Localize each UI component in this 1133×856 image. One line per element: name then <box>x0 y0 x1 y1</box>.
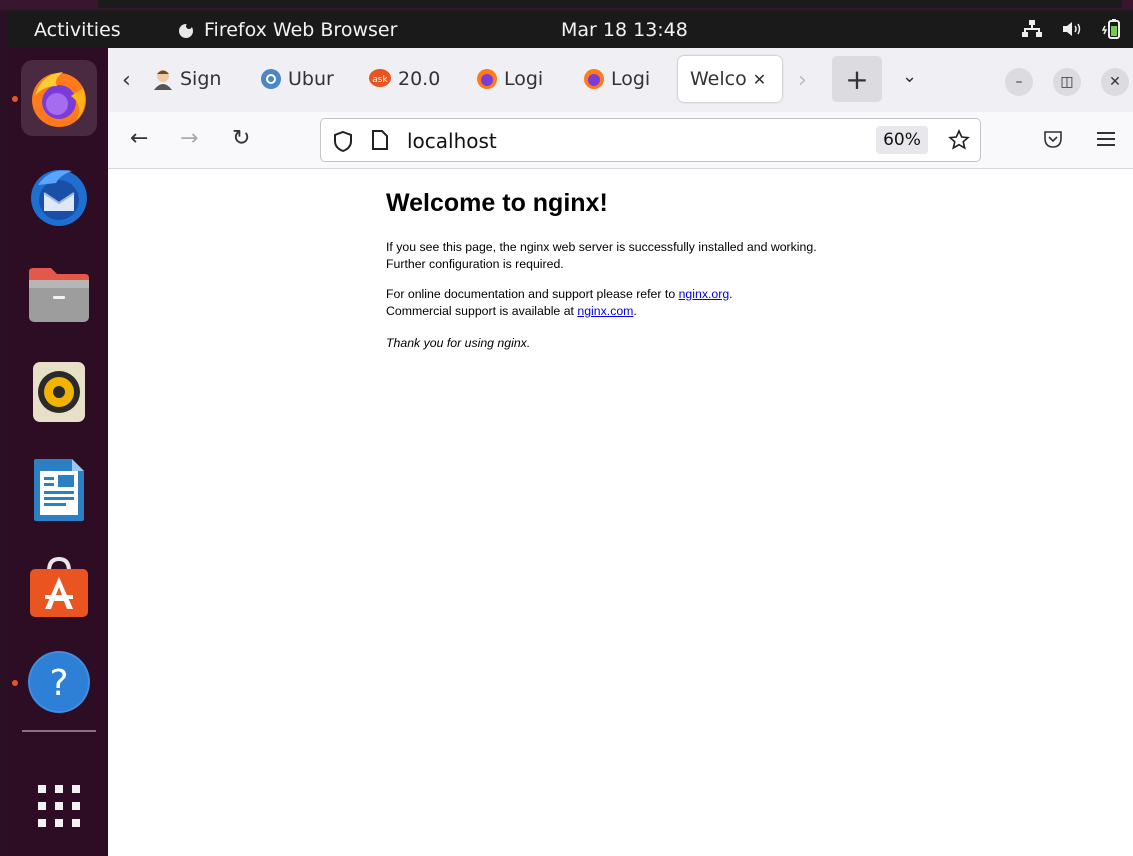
app-grid-icon <box>38 785 80 827</box>
back-icon[interactable]: ← <box>130 126 148 151</box>
tab-bar: ‹ Sign Ubur ask 20.0 Logi Logi Welco ✕ ›… <box>108 48 1133 112</box>
dock-rhythmbox[interactable] <box>21 354 97 430</box>
navigation-toolbar: ← → ↻ localhost 60% <box>108 112 1133 169</box>
rhythmbox-icon <box>33 362 85 422</box>
askubuntu-icon: ask <box>369 69 391 87</box>
firefox-icon <box>32 72 86 127</box>
svg-text:ask: ask <box>372 75 388 85</box>
gnome-top-bar: Activities Firefox Web Browser Mar 18 13… <box>8 10 1133 48</box>
zoom-level-button[interactable]: 60% <box>876 126 928 154</box>
docs-paragraph: For online documentation and support ple… <box>386 286 836 320</box>
minimize-button[interactable]: – <box>1005 68 1033 96</box>
top-strip-notch <box>98 0 1122 8</box>
dock-show-apps[interactable] <box>21 768 97 844</box>
running-indicator <box>12 96 18 102</box>
bookmark-star-icon[interactable] <box>948 129 970 151</box>
tab-askubuntu[interactable]: ask 20.0 <box>368 64 448 94</box>
tab-label: Sign <box>180 68 222 90</box>
dock-separator <box>22 730 96 732</box>
app-menu[interactable]: Firefox Web Browser <box>176 19 397 41</box>
dock-libreoffice-writer[interactable] <box>21 452 97 528</box>
url-bar[interactable]: localhost 60% <box>320 118 981 162</box>
dock-files[interactable] <box>21 256 97 332</box>
pocket-icon[interactable] <box>1043 129 1063 149</box>
top-strip <box>0 0 1133 10</box>
clock[interactable]: Mar 18 13:48 <box>561 19 688 41</box>
list-all-tabs-icon[interactable]: ⌄ <box>902 66 917 87</box>
running-indicator-help <box>12 680 18 686</box>
software-center-icon <box>30 556 88 617</box>
firefox-window: ‹ Sign Ubur ask 20.0 Logi Logi Welco ✕ ›… <box>108 48 1133 856</box>
docs-text: For online documentation and support ple… <box>386 287 679 301</box>
tab-label: Welco <box>690 68 747 90</box>
page-content: Welcome to nginx! If you see this page, … <box>108 169 1133 856</box>
libreoffice-writer-icon <box>34 459 84 521</box>
hamburger-menu-icon[interactable] <box>1096 130 1116 148</box>
close-tab-icon[interactable]: ✕ <box>753 70 766 89</box>
tab-label: Logi <box>504 68 544 90</box>
app-name-label: Firefox Web Browser <box>204 19 398 41</box>
system-tray[interactable] <box>1021 18 1123 40</box>
tab-login-2[interactable]: Logi <box>583 64 659 94</box>
tab-ubuntu[interactable]: Ubur <box>260 64 340 94</box>
battery-icon <box>1101 19 1120 39</box>
thunderbird-icon <box>31 170 87 226</box>
dock-software[interactable] <box>21 550 97 626</box>
user-avatar-icon <box>154 70 172 90</box>
page-title: Welcome to nginx! <box>386 189 608 217</box>
nginx-com-link[interactable]: nginx.com <box>577 304 633 318</box>
tab-login-1[interactable]: Logi <box>476 64 552 94</box>
forward-icon[interactable]: → <box>180 126 198 151</box>
nginx-org-link[interactable]: nginx.org <box>679 287 730 301</box>
new-tab-button[interactable]: + <box>832 56 882 102</box>
volume-icon <box>1063 22 1081 36</box>
tab-label: 20.0 <box>398 68 441 90</box>
help-icon: ? <box>28 651 90 713</box>
firefox-icon <box>584 69 604 89</box>
intro-paragraph: If you see this page, the nginx web serv… <box>386 240 817 271</box>
scroll-tabs-left-icon[interactable]: ‹ <box>122 68 131 93</box>
commercial-period: . <box>633 304 637 318</box>
close-window-button[interactable]: ✕ <box>1101 68 1129 96</box>
firefox-small-icon <box>179 23 193 38</box>
reload-icon[interactable]: ↻ <box>232 126 250 151</box>
thanks-paragraph: Thank you for using nginx. <box>386 336 531 350</box>
ubuntu-icon <box>261 69 281 89</box>
svg-text:?: ? <box>49 663 68 704</box>
shield-icon[interactable] <box>333 130 353 152</box>
files-icon <box>29 268 89 322</box>
page-info-icon[interactable] <box>371 130 389 150</box>
firefox-icon <box>477 69 497 89</box>
tab-label: Logi <box>611 68 651 90</box>
tab-welcome[interactable]: Welco ✕ <box>678 56 782 102</box>
ubuntu-dock: ? <box>8 48 108 856</box>
dock-help[interactable]: ? <box>21 644 97 720</box>
dock-firefox[interactable] <box>21 60 97 136</box>
commercial-text: Commercial support is available at <box>386 304 578 318</box>
url-text[interactable]: localhost <box>407 129 497 153</box>
tab-sign[interactable]: Sign <box>152 64 226 94</box>
dock-thunderbird[interactable] <box>21 158 97 234</box>
scroll-tabs-right-icon[interactable]: › <box>798 68 807 93</box>
tab-label: Ubur <box>288 68 334 90</box>
network-icon <box>1022 20 1042 37</box>
maximize-button[interactable]: ◫ <box>1053 68 1081 96</box>
activities-button[interactable]: Activities <box>34 19 121 41</box>
docs-period: . <box>729 287 733 301</box>
